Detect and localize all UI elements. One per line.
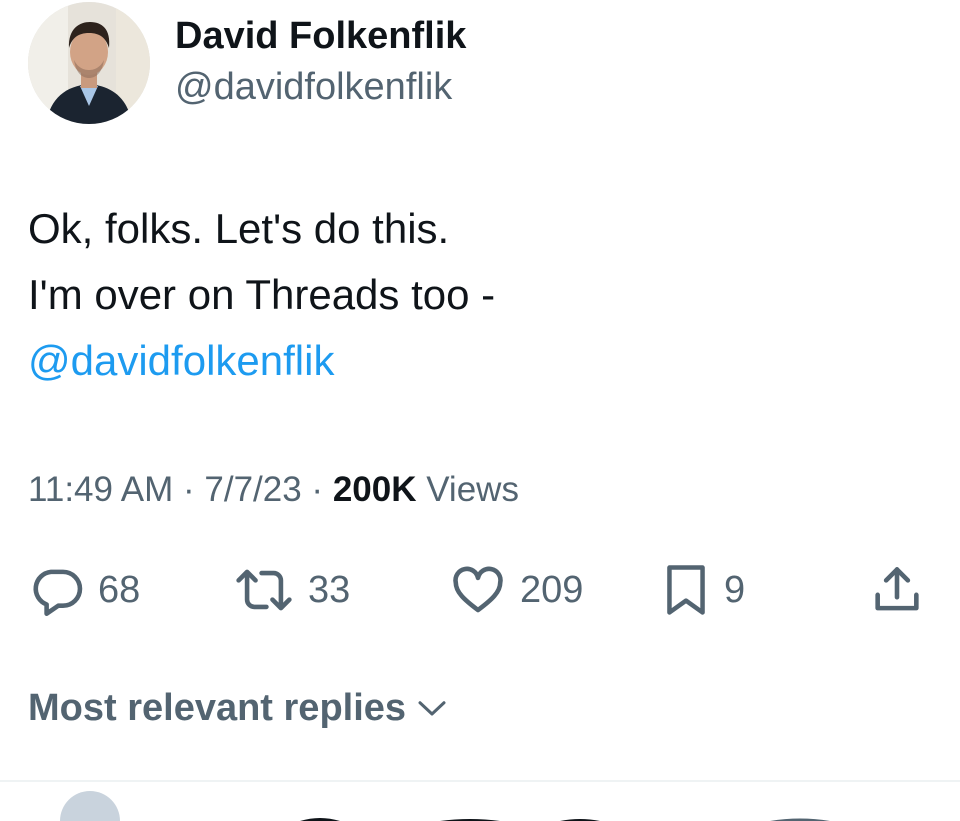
replies-sort-label: Most relevant replies — [28, 687, 407, 729]
author-avatar[interactable] — [28, 2, 150, 124]
bookmark-count: 9 — [724, 569, 746, 611]
views-label: Views — [416, 470, 519, 509]
tweet-date[interactable]: 7/7/23 — [204, 470, 301, 509]
reply-button[interactable]: 68 — [28, 560, 140, 620]
like-count: 209 — [520, 569, 584, 611]
share-upload-icon — [875, 567, 919, 611]
repost-count: 33 — [308, 569, 351, 611]
avatar-photo — [28, 2, 150, 124]
repost-arrows-icon — [236, 569, 292, 611]
repost-button[interactable]: 33 — [232, 560, 350, 620]
replies-sort-dropdown[interactable]: Most relevant replies — [28, 684, 450, 732]
author-name[interactable]: David Folkenflik — [175, 13, 466, 59]
like-button[interactable]: 209 — [448, 560, 583, 620]
speech-bubble-icon — [33, 569, 83, 616]
share-button[interactable] — [868, 560, 926, 620]
meta-separator: · — [301, 470, 333, 509]
bookmark-button[interactable]: 9 — [660, 560, 745, 620]
heart-icon — [453, 566, 503, 613]
bookmark-icon — [667, 565, 705, 615]
reply-count: 68 — [98, 569, 141, 611]
next-reply-partial — [0, 782, 960, 821]
chevron-down-icon — [418, 701, 446, 716]
author-handle[interactable]: @davidfolkenflik — [175, 64, 452, 110]
tweet-time[interactable]: 11:49 AM — [28, 470, 173, 509]
reply-preview-fragment — [60, 791, 830, 821]
tweet-text-line: Ok, folks. Let's do this. — [28, 205, 450, 252]
tweet-text: Ok, folks. Let's do this. I'm over on Th… — [28, 196, 495, 394]
tweet-meta: 11:49 AM · 7/7/23 · 200K Views — [28, 468, 519, 512]
meta-separator: · — [173, 470, 205, 509]
tweet-text-line: I'm over on Threads too - — [28, 271, 496, 318]
views-count[interactable]: 200K — [333, 470, 417, 509]
tweet-detail-page: David Folkenflik @davidfolkenflik Ok, fo… — [0, 0, 960, 821]
mention-link[interactable]: @davidfolkenflik — [28, 328, 495, 394]
